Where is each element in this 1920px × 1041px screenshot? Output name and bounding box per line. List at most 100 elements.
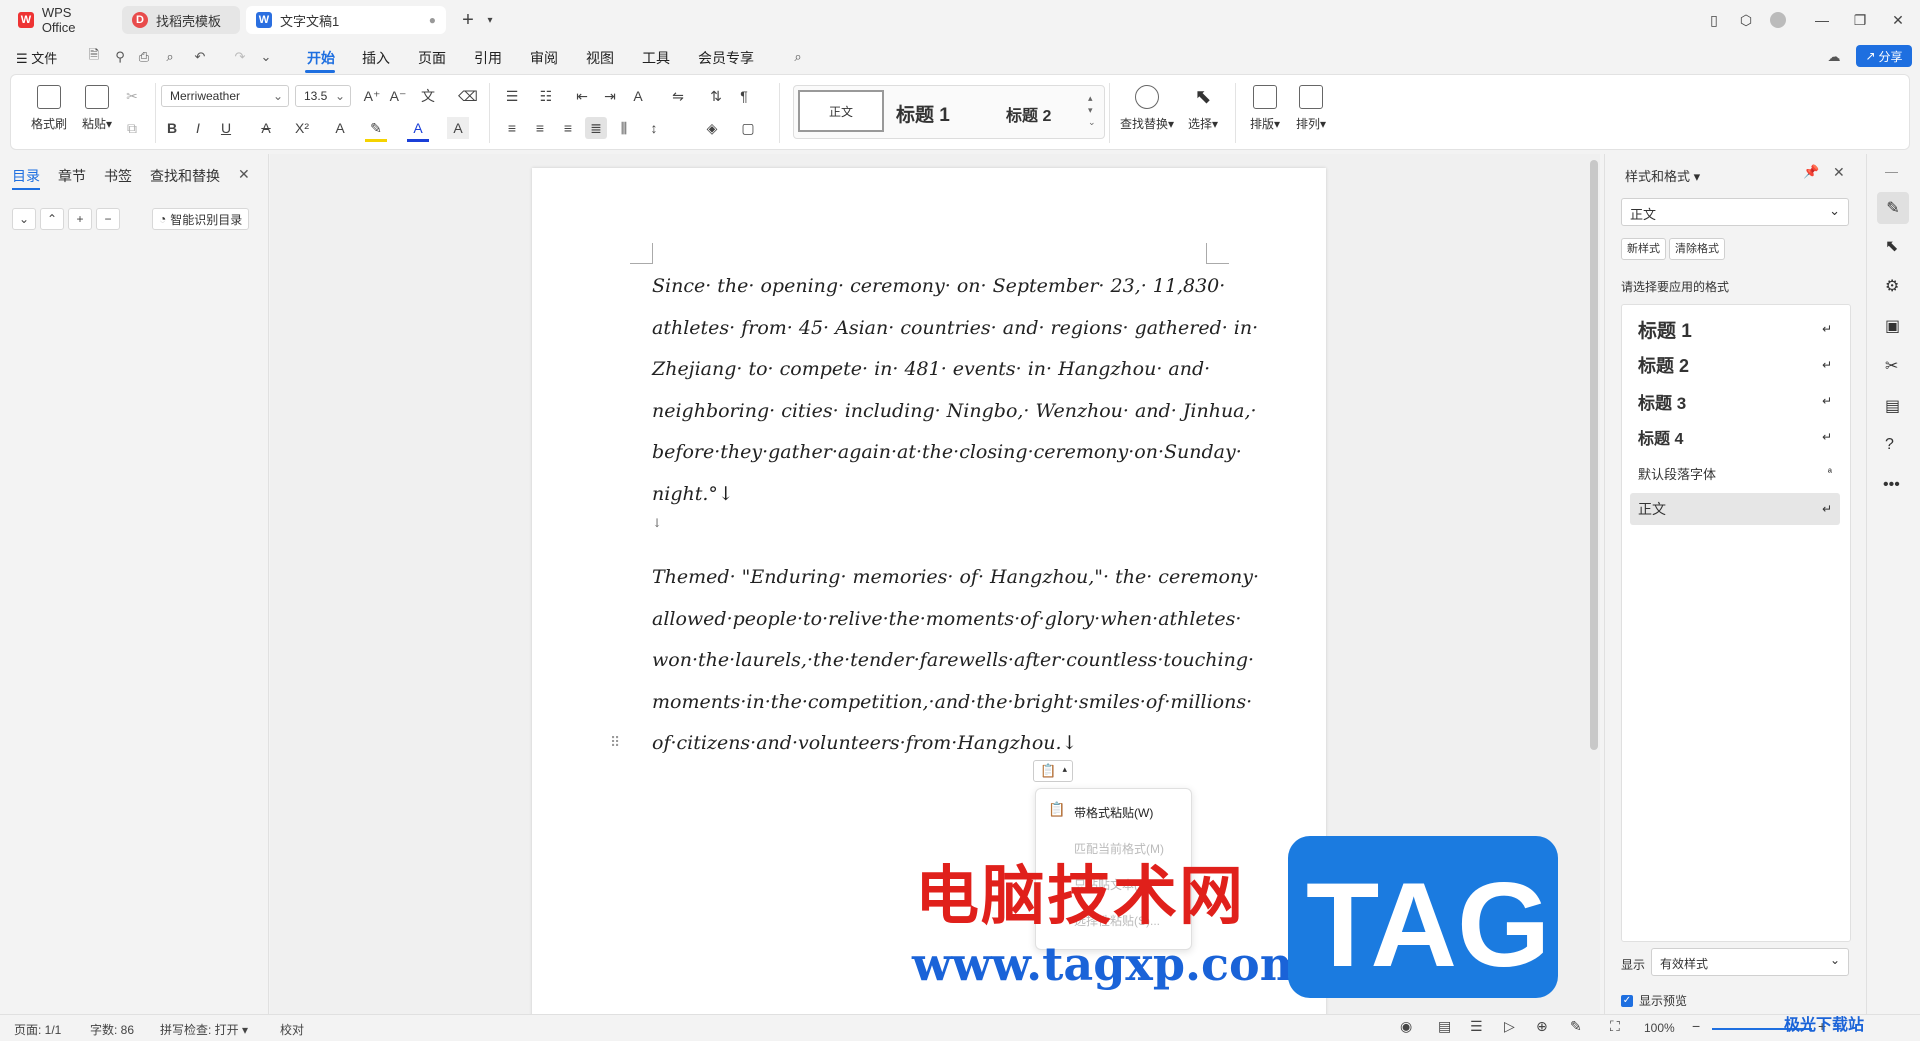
fit-page-icon[interactable]: ⛶ bbox=[1610, 1018, 1620, 1035]
more-icon[interactable]: ••• bbox=[1883, 476, 1900, 494]
chevron-down-icon[interactable]: ▾ bbox=[480, 10, 500, 30]
nav-tab-chapter[interactable]: 章节 bbox=[58, 166, 86, 186]
select-pointer-icon[interactable]: ⬉ bbox=[1885, 236, 1898, 256]
bullet-list-icon[interactable]: ☰ bbox=[501, 85, 523, 107]
save-icon[interactable]: 🗎 bbox=[86, 47, 102, 65]
help-icon[interactable]: ? bbox=[1885, 436, 1894, 454]
print-preview-icon[interactable]: ⌕ bbox=[162, 49, 178, 65]
outline-view-icon[interactable]: ☰ bbox=[1470, 1018, 1483, 1035]
link-icon[interactable]: ⚲ bbox=[112, 49, 128, 65]
paste-keep-format-item[interactable]: 带格式粘贴(W) bbox=[1074, 804, 1153, 821]
word-count[interactable]: 字数: 86 bbox=[90, 1021, 134, 1038]
clear-format-button[interactable]: 清除格式 bbox=[1669, 238, 1725, 260]
bold-icon[interactable]: B bbox=[161, 117, 183, 139]
page-count[interactable]: 页面: 1/1 bbox=[14, 1021, 61, 1038]
font-family-select[interactable]: Merriweather ⌄ bbox=[161, 85, 289, 107]
line-spacing-icon[interactable]: ↕ bbox=[643, 117, 665, 139]
add-level-icon[interactable]: + bbox=[68, 208, 92, 230]
typeset-button[interactable]: 排版▾ bbox=[1245, 85, 1285, 132]
style-heading2-button[interactable]: 标题 2 bbox=[1006, 102, 1051, 126]
restore-icon[interactable]: ❐ bbox=[1850, 10, 1870, 30]
expand-icon[interactable]: ⌃ bbox=[40, 208, 64, 230]
paste-options-button[interactable]: 📋 ▴ bbox=[1033, 760, 1073, 782]
shading-icon[interactable]: ◈ bbox=[701, 117, 723, 139]
print-icon[interactable]: ⎙ bbox=[136, 49, 152, 65]
italic-icon[interactable]: I bbox=[187, 117, 209, 139]
cube-icon[interactable]: ⬡ bbox=[1736, 10, 1756, 30]
vertical-scrollbar[interactable] bbox=[1590, 160, 1598, 750]
smart-toc-button[interactable]: ◔ 智能识别目录 bbox=[152, 208, 250, 230]
show-filter-select[interactable]: 有效样式 ⌄ bbox=[1651, 948, 1849, 976]
select-button[interactable]: ⬉ 选择▾ bbox=[1183, 85, 1223, 132]
paragraph-1[interactable]: Since· the· opening· ceremony· on· Septe… bbox=[652, 266, 1258, 516]
menu-tab-page[interactable]: 页面 bbox=[418, 48, 446, 68]
menu-tab-tools[interactable]: 工具 bbox=[642, 48, 670, 68]
layout-icon[interactable]: ▯ bbox=[1704, 10, 1724, 30]
play-icon[interactable]: ▷ bbox=[1504, 1018, 1515, 1035]
style-item-heading4[interactable]: 标题 4 ↵ bbox=[1630, 421, 1840, 453]
direction-icon[interactable]: ⇋ bbox=[667, 85, 689, 107]
chinese-layout-icon[interactable]: A bbox=[627, 85, 649, 107]
font-color-icon[interactable]: A bbox=[407, 117, 429, 142]
file-menu[interactable]: ☰ 文件 bbox=[16, 48, 57, 67]
chevron-down-icon[interactable]: ⌄ bbox=[258, 49, 274, 65]
distribute-icon[interactable]: ⫼ bbox=[613, 117, 635, 139]
font-size-select[interactable]: 13.5 ⌄ bbox=[295, 85, 351, 107]
current-style-select[interactable]: 正文 ⌄ bbox=[1621, 198, 1849, 226]
grow-font-icon[interactable]: A⁺ bbox=[361, 85, 383, 107]
shrink-font-icon[interactable]: A⁻ bbox=[387, 85, 409, 107]
cut-icon[interactable]: ✂ bbox=[121, 85, 143, 107]
style-normal-button[interactable]: 正文 bbox=[798, 90, 884, 132]
nav-tab-bookmark[interactable]: 书签 bbox=[104, 166, 132, 186]
remove-level-icon[interactable]: − bbox=[96, 208, 120, 230]
menu-tab-member[interactable]: 会员专享 bbox=[698, 48, 754, 68]
book-icon[interactable]: ▤ bbox=[1885, 396, 1900, 416]
close-icon[interactable]: ✕ bbox=[1833, 164, 1845, 181]
share-button[interactable]: ↗ 分享 bbox=[1856, 45, 1912, 67]
highlight-icon[interactable]: ✎ bbox=[365, 117, 387, 142]
collapse-icon[interactable]: ⌄ bbox=[12, 208, 36, 230]
close-icon[interactable]: ✕ bbox=[238, 166, 250, 183]
style-item-default-font[interactable]: 默认段落字体 ª bbox=[1630, 457, 1840, 489]
tab-close-dot-icon[interactable]: ● bbox=[429, 13, 436, 27]
drag-handle-icon[interactable]: ⠿ bbox=[610, 734, 620, 751]
find-replace-button[interactable]: 查找替换▾ bbox=[1117, 85, 1177, 132]
properties-icon[interactable]: ⚙ bbox=[1885, 276, 1899, 296]
minimize-icon[interactable]: — bbox=[1812, 10, 1832, 30]
show-marks-icon[interactable]: ¶ bbox=[733, 85, 755, 107]
arrange-button[interactable]: 排列▾ bbox=[1291, 85, 1331, 132]
text-effect-icon[interactable]: A bbox=[329, 117, 351, 139]
avatar[interactable] bbox=[1768, 10, 1788, 30]
justify-icon[interactable]: ≣ bbox=[585, 117, 607, 139]
phonetic-icon[interactable]: 文 bbox=[417, 85, 439, 107]
numbered-list-icon[interactable]: ☷ bbox=[535, 85, 557, 107]
web-view-icon[interactable]: ⊕ bbox=[1536, 1018, 1548, 1035]
menu-tab-insert[interactable]: 插入 bbox=[362, 48, 390, 68]
tab-document[interactable]: W 文字文稿1 ● bbox=[246, 6, 446, 34]
new-tab-icon[interactable]: + bbox=[458, 9, 478, 31]
new-style-button[interactable]: 新样式 bbox=[1621, 238, 1666, 260]
border-icon[interactable]: ▢ bbox=[737, 117, 759, 139]
style-item-normal[interactable]: 正文 ↵ bbox=[1630, 493, 1840, 525]
nav-tab-toc[interactable]: 目录 bbox=[12, 166, 40, 186]
style-item-heading1[interactable]: 标题 1 ↵ bbox=[1630, 313, 1840, 345]
format-painter-button[interactable]: 格式刷 bbox=[29, 85, 69, 132]
zoom-out-icon[interactable]: − bbox=[1692, 1018, 1700, 1034]
sort-icon[interactable]: ⇅ bbox=[705, 85, 727, 107]
align-center-icon[interactable]: ≡ bbox=[529, 117, 551, 139]
tab-template[interactable]: D 找稻壳模板 bbox=[122, 6, 240, 34]
style-heading1-button[interactable]: 标题 1 bbox=[896, 100, 950, 127]
menu-tab-view[interactable]: 视图 bbox=[586, 48, 614, 68]
style-item-heading3[interactable]: 标题 3 ↵ bbox=[1630, 385, 1840, 417]
char-shading-icon[interactable]: A bbox=[447, 117, 469, 139]
superscript-icon[interactable]: X² bbox=[291, 117, 313, 139]
style-format-icon[interactable]: ✎ bbox=[1877, 192, 1909, 224]
zoom-level[interactable]: 100% bbox=[1644, 1021, 1675, 1035]
preview-checkbox[interactable]: ✓ 显示预览 bbox=[1621, 992, 1687, 1009]
paragraph-2[interactable]: Themed· "Enduring· memories· of· Hangzho… bbox=[652, 557, 1259, 765]
undo-icon[interactable]: ↶ bbox=[192, 49, 208, 65]
underline-icon[interactable]: U bbox=[215, 117, 237, 139]
proofread-button[interactable]: 校对 bbox=[280, 1021, 304, 1038]
image-icon[interactable]: ▣ bbox=[1885, 316, 1900, 336]
eye-icon[interactable]: ◉ bbox=[1400, 1018, 1412, 1035]
